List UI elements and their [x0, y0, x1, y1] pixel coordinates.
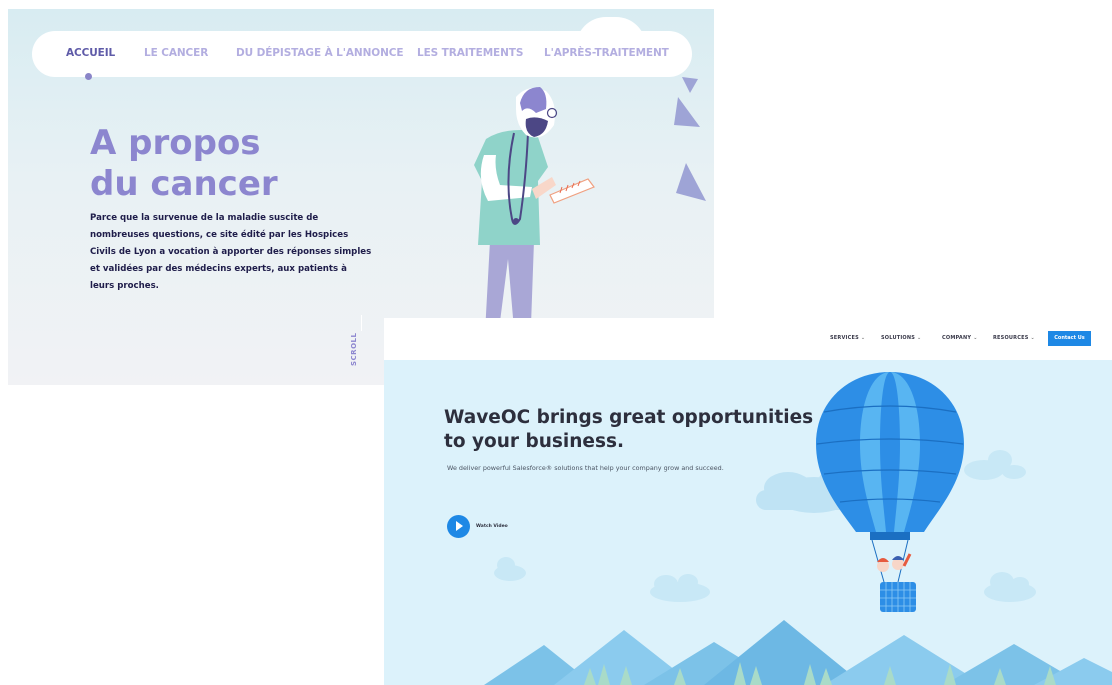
- hero-subtitle: We deliver powerful Salesforce® solution…: [447, 464, 724, 472]
- nav-item-resources-label: RESOURCES: [993, 335, 1029, 341]
- contact-us-button[interactable]: Contact Us: [1048, 331, 1091, 346]
- waveoc-site-screenshot: SERVICES ⌄ SOLUTIONS ⌄ COMPANY ⌄ RESOURCES ⌄…: [384, 318, 1112, 685]
- chevron-down-icon: ⌄: [973, 335, 978, 341]
- play-video-button[interactable]: [447, 515, 470, 538]
- hero-title: WaveOC brings great opportunities to you…: [444, 406, 814, 454]
- nav-item-resources[interactable]: RESOURCES ⌄: [993, 335, 1035, 341]
- hero-title: A propos du cancer: [90, 123, 410, 205]
- nav-item-depistage[interactable]: DU DÉPISTAGE À L'ANNONCE: [236, 47, 404, 59]
- nav-item-le-cancer[interactable]: LE CANCER: [144, 47, 208, 59]
- cloud-icon: [494, 557, 526, 581]
- cloud-icon: [964, 450, 1026, 480]
- hero-section: WaveOC brings great opportunities to you…: [384, 360, 1112, 685]
- collage-canvas: ACCUEIL LE CANCER DU DÉPISTAGE À L'ANNON…: [0, 0, 1112, 685]
- mountains-icon: [484, 620, 1112, 685]
- hero-title-line-1: A propos: [90, 123, 261, 163]
- nav-item-company[interactable]: COMPANY ⌄: [942, 335, 978, 341]
- nav-item-apres-traitement[interactable]: L'APRÈS-TRAITEMENT: [544, 47, 669, 59]
- nav-item-services[interactable]: SERVICES ⌄: [830, 335, 865, 341]
- nav-item-company-label: COMPANY: [942, 335, 972, 341]
- chevron-down-icon: ⌄: [860, 335, 866, 341]
- nav-item-services-label: SERVICES: [830, 335, 859, 341]
- hot-air-balloon-icon: [816, 372, 964, 612]
- site-header: SERVICES ⌄ SOLUTIONS ⌄ COMPANY ⌄ RESOURCES ⌄…: [384, 318, 1112, 360]
- hero-title-line-2: du cancer: [90, 164, 278, 204]
- scroll-line: [361, 315, 362, 331]
- chevron-down-icon: ⌄: [917, 335, 922, 341]
- cloud-icon: [650, 574, 710, 602]
- watch-video-link[interactable]: Watch Video: [476, 524, 508, 529]
- hero-description: Parce que la survenue de la maladie susc…: [90, 213, 372, 291]
- hero-title-line-1: WaveOC brings great opportunities: [444, 407, 814, 428]
- chevron-down-icon: ⌄: [1030, 335, 1035, 341]
- scroll-indicator[interactable]: SCROLL: [350, 333, 358, 366]
- nav-item-traitements[interactable]: LES TRAITEMENTS: [417, 47, 523, 59]
- cloud-icon: [984, 572, 1036, 602]
- hero-title-line-2: to your business.: [444, 431, 625, 452]
- nav-bump-decoration: [576, 17, 646, 47]
- nav-item-solutions[interactable]: SOLUTIONS ⌄: [881, 335, 921, 341]
- active-nav-indicator: [85, 73, 92, 80]
- nav-item-solutions-label: SOLUTIONS: [881, 335, 916, 341]
- nav-item-accueil[interactable]: ACCUEIL: [66, 47, 115, 59]
